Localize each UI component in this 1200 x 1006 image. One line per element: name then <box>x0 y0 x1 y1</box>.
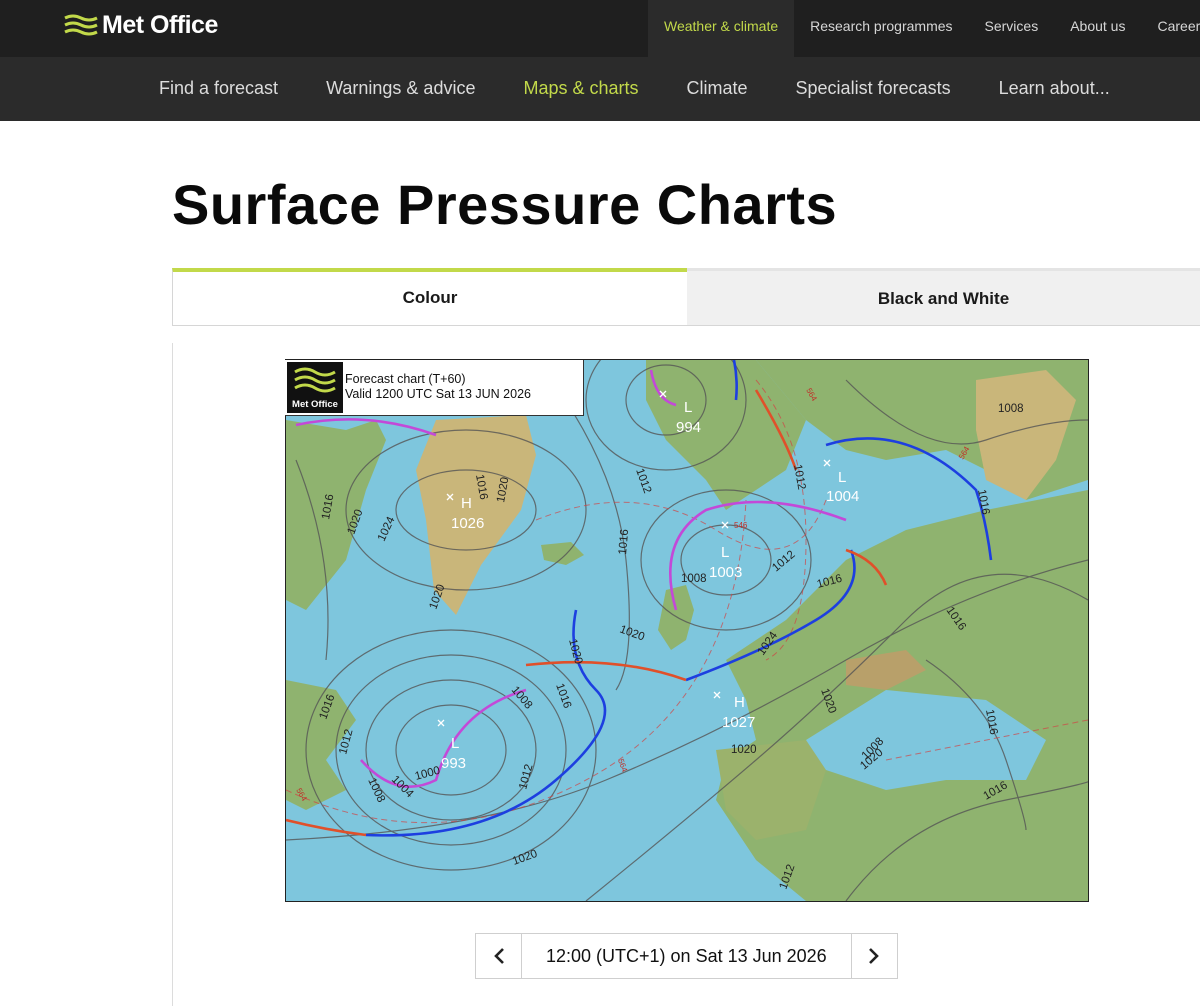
top-nav: Weather & climate Research programmes Se… <box>648 0 1200 57</box>
centre-type-0: H <box>461 495 472 512</box>
section-nav-maps-charts[interactable]: Maps & charts <box>499 57 662 121</box>
chevron-left-icon <box>493 948 504 964</box>
centre-type-5: L <box>451 735 459 752</box>
section-nav-climate[interactable]: Climate <box>663 57 772 121</box>
section-nav-warnings[interactable]: Warnings & advice <box>302 57 499 121</box>
previous-chart-button[interactable] <box>476 934 521 978</box>
met-office-wave-icon <box>294 367 336 393</box>
chart-time-pager: 12:00 (UTC+1) on Sat 13 Jun 2026 <box>475 933 898 979</box>
centre-type-1: L <box>684 399 692 416</box>
centre-type-2: L <box>838 469 846 486</box>
chart-map: H 1026 L 994 L 1004 L 1003 H 1027 L 993 … <box>286 360 1088 901</box>
top-nav-careers[interactable]: Careers <box>1141 0 1200 57</box>
met-office-logo[interactable]: Met Office <box>64 10 218 40</box>
centre-value-4: 1027 <box>722 714 755 731</box>
isobar-label: 1020 <box>731 744 757 756</box>
top-nav-about-us[interactable]: About us <box>1054 0 1141 57</box>
top-bar: Met Office Weather & climate Research pr… <box>0 0 1200 57</box>
chart-time-label: 12:00 (UTC+1) on Sat 13 Jun 2026 <box>521 934 852 978</box>
next-chart-button[interactable] <box>852 934 897 978</box>
met-office-wave-icon <box>64 14 98 36</box>
top-nav-weather-climate[interactable]: Weather & climate <box>648 0 795 57</box>
top-nav-research-programmes[interactable]: Research programmes <box>794 0 968 57</box>
isobar-label: 1008 <box>998 403 1024 415</box>
chart-logo-text: Met Office <box>292 399 338 410</box>
chart-caption-box: Met Office Forecast chart (T+60) Valid 1… <box>285 360 584 416</box>
chart-valid-time: Valid 1200 UTC Sat 13 JUN 2026 <box>345 387 531 401</box>
tab-black-and-white[interactable]: Black and White <box>687 268 1200 326</box>
brand-name: Met Office <box>102 10 218 39</box>
centre-value-3: 1003 <box>709 564 742 581</box>
page-title: Surface Pressure Charts <box>172 173 838 236</box>
isobar-label: 1008 <box>681 573 707 585</box>
top-nav-services[interactable]: Services <box>969 0 1055 57</box>
centre-type-3: L <box>721 544 729 561</box>
chart-style-tabs: Colour Black and White <box>172 268 1200 326</box>
chevron-right-icon <box>869 948 880 964</box>
centre-value-0: 1026 <box>451 515 484 532</box>
section-nav-learn-about[interactable]: Learn about... <box>975 57 1134 121</box>
centre-value-2: 1004 <box>826 488 859 505</box>
section-nav-find-forecast[interactable]: Find a forecast <box>135 57 302 121</box>
centre-type-4: H <box>734 694 745 711</box>
thickness-label: 546 <box>734 521 748 530</box>
chart-forecast-label: Forecast chart (T+60) <box>345 372 466 386</box>
tab-panel-border <box>172 343 173 1006</box>
section-nav: Find a forecast Warnings & advice Maps &… <box>0 57 1200 121</box>
centre-value-5: 993 <box>441 755 466 772</box>
section-nav-specialist[interactable]: Specialist forecasts <box>772 57 975 121</box>
centre-value-1: 994 <box>676 419 701 436</box>
surface-pressure-chart: H 1026 L 994 L 1004 L 1003 H 1027 L 993 … <box>285 359 1089 902</box>
tab-colour[interactable]: Colour <box>172 268 687 326</box>
isobar-label: 1016 <box>617 529 631 556</box>
met-office-chart-logo: Met Office <box>287 362 343 413</box>
